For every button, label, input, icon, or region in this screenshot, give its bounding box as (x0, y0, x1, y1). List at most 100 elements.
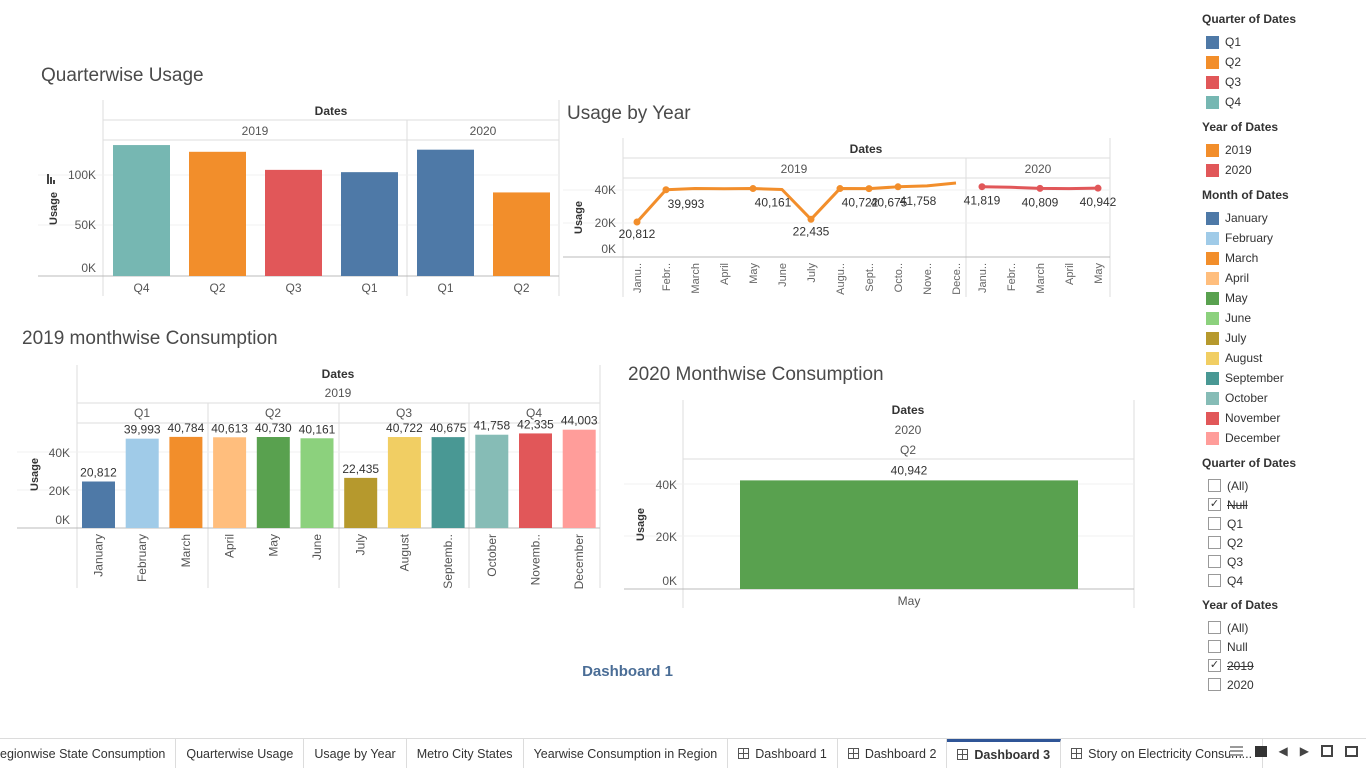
legend-quarter: Quarter of Dates Q1 Q2 Q3 Q4 (1200, 12, 1360, 112)
y-tick: 20K (595, 216, 616, 230)
legend-label: July (1225, 331, 1247, 345)
sheet-tab[interactable]: Dashboard 2 (838, 738, 948, 768)
legend-item[interactable]: January (1200, 208, 1360, 228)
legend-item[interactable]: 2019 (1200, 140, 1360, 160)
data-point[interactable] (836, 185, 844, 193)
legend-item[interactable]: October (1200, 388, 1360, 408)
filter-option[interactable]: 2020 (1200, 675, 1360, 694)
legend-item[interactable]: Q4 (1200, 92, 1360, 112)
sheet-tab[interactable]: Dashboard 3 (947, 738, 1062, 768)
x-tick-label: April (719, 263, 731, 285)
filter-option[interactable]: ✓ 2019 (1200, 656, 1360, 675)
legend-item[interactable]: Q1 (1200, 32, 1360, 52)
data-point[interactable] (978, 183, 986, 191)
bar[interactable] (113, 145, 170, 276)
bar[interactable] (740, 480, 1078, 589)
filter-option[interactable]: Null (1200, 637, 1360, 656)
previous-tab-icon[interactable]: ◀ (1279, 744, 1288, 758)
legend-label: May (1225, 291, 1248, 305)
dashboard-caption[interactable]: Dashboard 1 (540, 663, 715, 680)
fit-view-icon[interactable] (1321, 745, 1333, 757)
bar[interactable] (519, 433, 552, 528)
data-point[interactable] (807, 215, 815, 223)
data-point[interactable] (1094, 184, 1102, 192)
filter-checkbox[interactable] (1208, 555, 1221, 568)
bar[interactable] (341, 172, 398, 276)
filter-checkbox[interactable] (1208, 479, 1221, 492)
sheet-tab[interactable]: Usage by Year (304, 738, 407, 768)
y-axis-label: Usage (48, 192, 60, 225)
bar[interactable] (562, 429, 596, 528)
filter-checkbox[interactable] (1208, 574, 1221, 587)
filter-checkbox[interactable] (1208, 640, 1221, 653)
legend-item[interactable]: April (1200, 268, 1360, 288)
legend-item[interactable]: February (1200, 228, 1360, 248)
filmstrip-icon[interactable] (1254, 745, 1267, 757)
data-point[interactable] (662, 186, 670, 194)
filter-option[interactable]: ✓ Null (1200, 495, 1360, 514)
filter-checkbox[interactable] (1208, 678, 1221, 691)
filter-option[interactable]: (All) (1200, 476, 1360, 495)
filter-option[interactable]: Q3 (1200, 552, 1360, 571)
sheet-tab[interactable]: egionwise State Consumption (0, 738, 177, 768)
sheet-tab[interactable]: Quarterwise Usage (176, 738, 305, 768)
bar[interactable] (387, 437, 421, 528)
legend-item[interactable]: November (1200, 408, 1360, 428)
data-point[interactable] (633, 218, 641, 226)
legend-item[interactable]: August (1200, 348, 1360, 368)
x-tick-label: Janu.. (977, 263, 989, 293)
filter-checkbox[interactable]: ✓ (1208, 659, 1221, 672)
bar[interactable] (256, 437, 290, 528)
x-tick-label: April (223, 534, 237, 558)
legend-item[interactable]: December (1200, 428, 1360, 448)
data-point[interactable] (1036, 184, 1044, 192)
legend-item[interactable]: Q2 (1200, 52, 1360, 72)
filter-label: Q1 (1227, 516, 1244, 531)
filter-checkbox[interactable]: ✓ (1208, 498, 1221, 511)
bar[interactable] (189, 151, 246, 276)
data-point[interactable] (749, 185, 757, 193)
legend-item[interactable]: May (1200, 288, 1360, 308)
legend-item[interactable]: 2020 (1200, 160, 1360, 180)
filter-option[interactable]: Q1 (1200, 514, 1360, 533)
y-tick: 20K (49, 484, 70, 498)
legend-item[interactable]: July (1200, 328, 1360, 348)
filter-checkbox[interactable] (1208, 536, 1221, 549)
next-tab-icon[interactable]: ▶ (1300, 744, 1309, 758)
data-point[interactable] (894, 183, 902, 191)
bar[interactable] (125, 438, 159, 528)
uby-year-2019: 2019 (781, 162, 808, 176)
m19-year: 2019 (325, 386, 352, 400)
legend-swatch (1206, 211, 1219, 225)
bar[interactable] (300, 438, 334, 528)
filter-option[interactable]: Q2 (1200, 533, 1360, 552)
legend-item[interactable]: September (1200, 368, 1360, 388)
legend-item[interactable]: March (1200, 248, 1360, 268)
legend-item[interactable]: June (1200, 308, 1360, 328)
bar[interactable] (213, 437, 247, 528)
bar[interactable] (169, 436, 203, 528)
bar[interactable] (417, 149, 474, 276)
bar[interactable] (431, 437, 465, 528)
sheet-tab[interactable]: Yearwise Consumption in Region (524, 738, 729, 768)
sheet-tab[interactable]: Dashboard 1 (728, 738, 838, 768)
usage-by-year-chart: Dates 2019 2020 40K 20K 0K Usage 20,812 J… (563, 138, 1117, 297)
bar[interactable] (344, 477, 378, 528)
bar[interactable] (475, 434, 509, 528)
legend-item[interactable]: Q3 (1200, 72, 1360, 92)
filter-option[interactable]: Q4 (1200, 571, 1360, 590)
legend-swatch (1206, 431, 1219, 445)
quarterwise-chart: Dates 2019 2020 100K 50K 0K Usage Q4 Q2 Q3… (38, 100, 560, 296)
filter-checkbox[interactable] (1208, 621, 1221, 634)
data-point[interactable] (865, 185, 873, 193)
bar[interactable] (493, 192, 550, 276)
bar[interactable] (82, 481, 115, 528)
filter-option[interactable]: (All) (1200, 618, 1360, 637)
legend-label: March (1225, 251, 1259, 265)
filter-checkbox[interactable] (1208, 517, 1221, 530)
monthwise-2019-chart: Dates 2019 Q1 Q2 Q3 Q4 40K 20K 0K Usage … (17, 365, 601, 589)
sheet-tab[interactable]: Metro City States (407, 738, 524, 768)
present-icon[interactable] (1345, 745, 1358, 757)
bar[interactable] (265, 169, 322, 276)
grid-view-icon[interactable] (1229, 746, 1243, 756)
